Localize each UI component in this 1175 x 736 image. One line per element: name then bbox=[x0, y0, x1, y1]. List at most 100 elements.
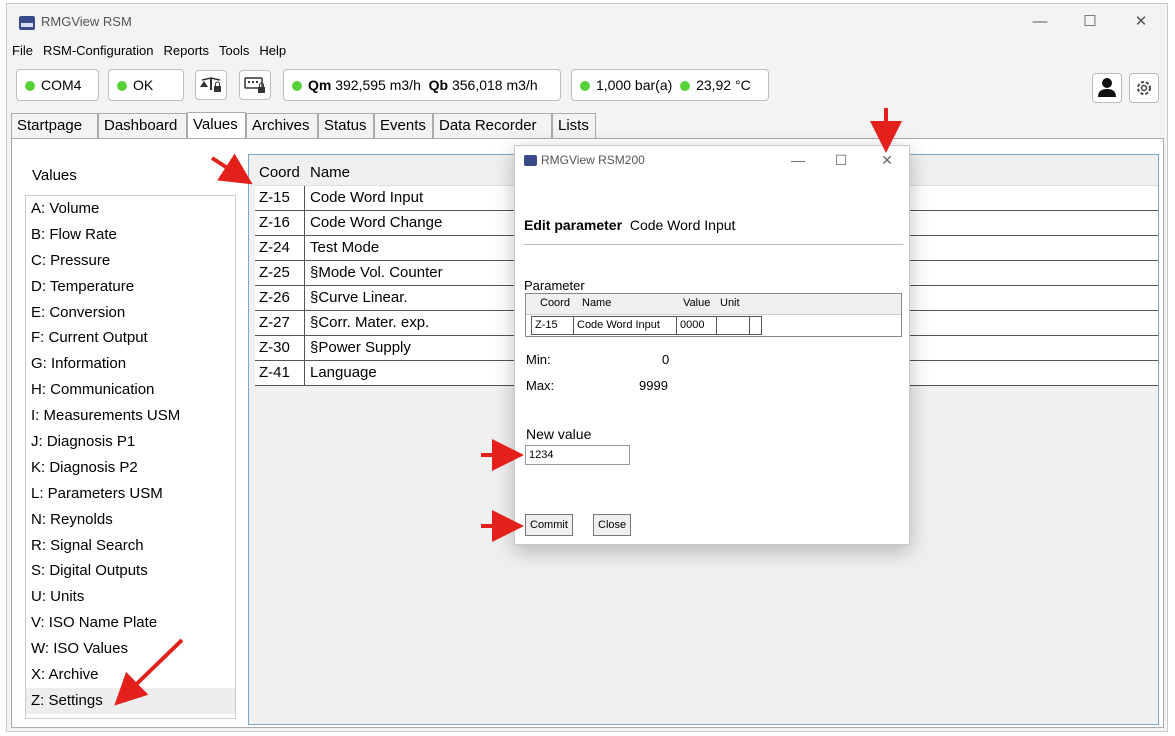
list-item[interactable]: E: Conversion bbox=[26, 300, 235, 326]
cell-name: Code Word Input bbox=[574, 317, 677, 334]
commit-button[interactable]: Commit bbox=[525, 514, 573, 536]
dialog-minimize-button[interactable]: — bbox=[778, 148, 818, 172]
menu-tools[interactable]: Tools bbox=[214, 41, 254, 58]
list-item[interactable]: A: Volume bbox=[26, 196, 235, 222]
values-group-list[interactable]: A: Volume B: Flow Rate C: Pressure D: Te… bbox=[25, 195, 236, 719]
list-item[interactable]: H: Communication bbox=[26, 377, 235, 403]
com-port-status[interactable]: COM4 bbox=[16, 69, 99, 101]
cell-coord: Z-27 bbox=[255, 311, 305, 335]
pressure-temperature-readout: 1,000 bar(a) 23,92 °C bbox=[571, 69, 769, 101]
divider bbox=[524, 244, 903, 245]
column-header-name[interactable]: Name bbox=[305, 161, 350, 185]
title-bar: RMGView RSM — ☐ ✕ bbox=[7, 4, 1167, 40]
cell-coord: Z-16 bbox=[255, 211, 305, 235]
balance-lock-icon[interactable] bbox=[195, 70, 227, 100]
menu-bar: File RSM-Configuration Reports Tools Help bbox=[7, 41, 1167, 63]
close-dialog-button[interactable]: Close bbox=[593, 514, 632, 536]
cell-name: §Curve Linear. bbox=[310, 289, 408, 306]
list-item[interactable]: U: Units bbox=[26, 584, 235, 610]
table-row[interactable]: Z-15 Code Word Input 0000 bbox=[531, 316, 762, 335]
minimize-button[interactable]: — bbox=[1017, 8, 1063, 36]
cell-coord: Z-15 bbox=[255, 186, 305, 210]
list-item[interactable]: X: Archive bbox=[26, 662, 235, 688]
qm-label: Qm bbox=[308, 77, 332, 93]
list-item[interactable]: L: Parameters USM bbox=[26, 481, 235, 507]
qb-value: 356,018 m3/h bbox=[451, 77, 538, 93]
flow-readout: Qm 392,595 m3/h Qb 356,018 m3/h bbox=[283, 69, 561, 101]
maximize-button[interactable]: ☐ bbox=[1067, 8, 1113, 36]
dialog-title: RMGView RSM200 bbox=[541, 153, 645, 167]
settings-button[interactable] bbox=[1129, 73, 1159, 103]
dialog-close-button[interactable]: ✕ bbox=[867, 148, 907, 172]
edit-parameter-dialog: RMGView RSM200 — ☐ ✕ Edit parameter Code… bbox=[514, 145, 910, 545]
tab-startpage[interactable]: Startpage bbox=[11, 113, 98, 139]
column-header-coord[interactable]: Coord bbox=[255, 161, 305, 185]
parameter-detail-table: Coord Name Value Unit Z-15 Code Word Inp… bbox=[525, 293, 902, 337]
status-dot-icon bbox=[292, 81, 302, 91]
cell-coord: Z-15 bbox=[532, 317, 574, 334]
list-item[interactable]: F: Current Output bbox=[26, 325, 235, 351]
list-item[interactable]: S: Digital Outputs bbox=[26, 558, 235, 584]
edit-parameter-name: Code Word Input bbox=[629, 217, 736, 233]
list-item[interactable]: V: ISO Name Plate bbox=[26, 610, 235, 636]
list-item[interactable]: R: Signal Search bbox=[26, 533, 235, 559]
connection-status[interactable]: OK bbox=[108, 69, 184, 101]
cell-name: §Mode Vol. Counter bbox=[310, 264, 443, 281]
column-header-name: Name bbox=[582, 297, 612, 309]
status-dot-icon bbox=[680, 81, 691, 91]
list-item[interactable]: W: ISO Values bbox=[26, 636, 235, 662]
connection-status-label: OK bbox=[133, 77, 154, 93]
status-dot-icon bbox=[25, 81, 35, 91]
list-item[interactable]: J: Diagnosis P1 bbox=[26, 429, 235, 455]
column-header-coord: Coord bbox=[540, 297, 570, 309]
keyboard-lock-icon[interactable] bbox=[239, 70, 271, 100]
qb-label: Qb bbox=[428, 77, 449, 93]
status-dot-icon bbox=[117, 81, 127, 91]
tab-lists[interactable]: Lists bbox=[552, 113, 596, 139]
tab-archives[interactable]: Archives bbox=[246, 113, 318, 139]
cell-unit bbox=[717, 317, 750, 334]
user-profile-button[interactable] bbox=[1092, 73, 1122, 103]
cell-name: Test Mode bbox=[310, 239, 380, 256]
list-item[interactable]: K: Diagnosis P2 bbox=[26, 455, 235, 481]
cell-name: Code Word Input bbox=[310, 189, 424, 206]
pressure-value: 1,000 bar(a) bbox=[596, 77, 673, 93]
menu-file[interactable]: File bbox=[7, 41, 38, 58]
max-value: 9999 bbox=[639, 378, 668, 393]
temperature-value: 23,92 °C bbox=[696, 77, 751, 93]
min-value: 0 bbox=[662, 352, 670, 367]
new-value-input[interactable]: 1234 bbox=[525, 445, 630, 465]
list-item[interactable]: N: Reynolds bbox=[26, 507, 235, 533]
list-item[interactable]: C: Pressure bbox=[26, 248, 235, 274]
cell-coord: Z-41 bbox=[255, 361, 305, 385]
menu-reports[interactable]: Reports bbox=[159, 41, 215, 58]
user-icon bbox=[1098, 78, 1116, 97]
close-button[interactable]: ✕ bbox=[1118, 8, 1164, 36]
tab-data-recorder[interactable]: Data Recorder bbox=[433, 113, 552, 139]
status-dot-icon bbox=[580, 81, 590, 91]
max-label: Max: bbox=[526, 378, 555, 393]
column-header-value: Value bbox=[683, 297, 711, 309]
list-item[interactable]: G: Information bbox=[26, 351, 235, 377]
tab-events[interactable]: Events bbox=[374, 113, 433, 139]
tab-dashboard[interactable]: Dashboard bbox=[98, 113, 187, 139]
tab-values[interactable]: Values bbox=[187, 112, 246, 140]
menu-rsm-configuration[interactable]: RSM-Configuration bbox=[38, 41, 159, 58]
values-heading: Values bbox=[32, 167, 77, 184]
list-item[interactable]: D: Temperature bbox=[26, 274, 235, 300]
cell-name: Code Word Change bbox=[310, 214, 443, 231]
list-item[interactable]: I: Measurements USM bbox=[26, 403, 235, 429]
menu-help[interactable]: Help bbox=[254, 41, 291, 58]
dialog-maximize-button[interactable]: ☐ bbox=[821, 148, 861, 172]
app-logo-icon bbox=[19, 16, 35, 30]
gear-icon bbox=[1137, 81, 1151, 95]
window-title: RMGView RSM bbox=[41, 14, 132, 29]
edit-parameter-heading: Edit parameter Code Word Input bbox=[524, 217, 735, 233]
parameter-label: Parameter bbox=[524, 278, 585, 293]
cell-coord: Z-25 bbox=[255, 261, 305, 285]
list-item[interactable]: B: Flow Rate bbox=[26, 222, 235, 248]
tab-status[interactable]: Status bbox=[318, 113, 374, 139]
cell-coord: Z-26 bbox=[255, 286, 305, 310]
list-item-selected[interactable]: Z: Settings bbox=[26, 687, 235, 714]
toolbar: COM4 OK Qm 392,595 m3/h Qb 356,018 m3/h … bbox=[7, 69, 1167, 105]
